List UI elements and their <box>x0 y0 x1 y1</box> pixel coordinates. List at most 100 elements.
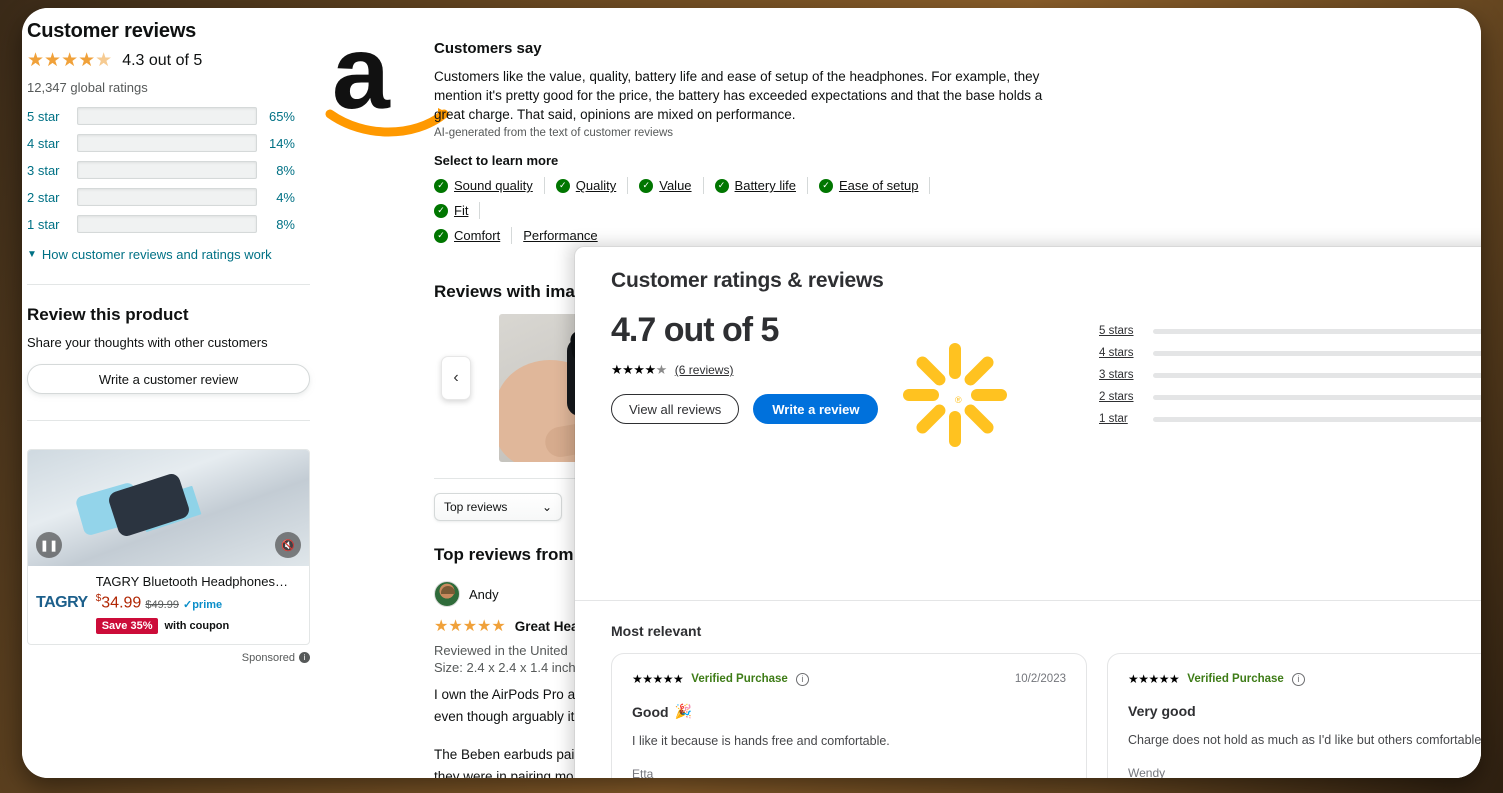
pause-icon[interactable]: ❚❚ <box>36 532 62 558</box>
walmart-histogram-label[interactable]: 3 stars <box>1099 369 1145 381</box>
rating-histogram: 5 star 65% 4 star 14% 3 star 8% 2 star 4… <box>27 107 327 233</box>
customers-say-heading: Customers say <box>434 40 542 57</box>
walmart-histogram-track <box>1153 350 1481 356</box>
check-icon: ✓ <box>639 178 654 193</box>
walmart-histogram-row[interactable]: 2 stars <box>1099 391 1481 403</box>
aspect-chip-comfort[interactable]: ✓ Comfort <box>434 227 513 244</box>
walmart-histogram-label[interactable]: 1 star <box>1099 413 1145 425</box>
histogram-track <box>77 188 257 206</box>
info-icon[interactable]: i <box>1291 672 1305 686</box>
histogram-percent[interactable]: 65% <box>265 109 295 124</box>
histogram-label[interactable]: 4 star <box>27 136 69 151</box>
walmart-histogram-row[interactable]: 1 star <box>1099 413 1481 425</box>
check-icon: ✓ <box>434 203 448 218</box>
review-product-heading: Review this product <box>27 305 189 324</box>
histogram-percent[interactable]: 14% <box>265 136 295 151</box>
histogram-percent[interactable]: 4% <box>265 190 295 205</box>
ai-generated-note: AI-generated from the text of customer r… <box>434 127 674 139</box>
amazon-star-rating[interactable]: ★★★★★ <box>27 51 112 70</box>
review-author: Wendy <box>1128 766 1166 778</box>
review-date: 10/2/2023 <box>1014 673 1066 685</box>
sponsored-label: Sponsored <box>241 651 295 664</box>
histogram-label[interactable]: 1 star <box>27 217 69 232</box>
walmart-histogram-track <box>1153 328 1481 334</box>
avatar <box>434 581 460 607</box>
celebration-emoji-icon: 🎉 <box>674 703 692 719</box>
walmart-histogram-row[interactable]: 4 stars <box>1099 347 1481 359</box>
aspect-chip-value[interactable]: ✓ Value <box>639 177 704 194</box>
view-all-reviews-button[interactable]: View all reviews <box>611 394 740 424</box>
most-relevant-label: Most relevant <box>611 623 702 639</box>
coupon-badge: Save 35% <box>95 617 159 634</box>
aspect-chip-performance[interactable]: Performance <box>523 227 608 244</box>
walmart-spark-icon: ® <box>895 335 1015 455</box>
histogram-percent[interactable]: 8% <box>265 163 295 178</box>
histogram-row[interactable]: 1 star 8% <box>27 215 327 233</box>
review-card[interactable]: ★★★★★ Verified Purchase i Very good Char… <box>1107 653 1481 778</box>
sponsored-list-price: $49.99 <box>145 598 179 611</box>
review-card[interactable]: ★★★★★ Verified Purchase i 10/2/2023 Good… <box>611 653 1087 778</box>
aspect-chip-quality[interactable]: ✓ Quality <box>555 177 629 194</box>
sponsored-product-name[interactable]: TAGRY Bluetooth Headphones… <box>96 574 301 590</box>
how-reviews-work-label: How customer reviews and ratings work <box>41 247 272 262</box>
sponsored-ad-card[interactable]: ❚❚ 🔇 TAGRY TAGRY Bluetooth Headphones… $… <box>27 449 310 645</box>
walmart-histogram-label[interactable]: 2 stars <box>1099 391 1145 403</box>
review-title[interactable]: Great Hea <box>515 619 579 634</box>
walmart-reviews-count-link[interactable]: (6 reviews) <box>675 363 734 377</box>
registered-mark: ® <box>955 395 962 405</box>
browser-viewport: a Customer reviews ★★★★★ 4.3 out of 5 12… <box>22 8 1481 778</box>
verified-purchase-badge: Verified Purchase <box>1187 673 1284 685</box>
histogram-row[interactable]: 4 star 14% <box>27 134 327 152</box>
share-thoughts-text: Share your thoughts with other customers <box>27 335 268 350</box>
how-reviews-work-link[interactable]: ▼ How customer reviews and ratings work <box>27 247 327 262</box>
svg-text:a: a <box>332 22 391 131</box>
walmart-histogram-row[interactable]: 3 stars <box>1099 369 1481 381</box>
aspect-chip-fit[interactable]: ✓ Fit <box>434 202 481 219</box>
info-icon[interactable]: i <box>795 672 809 686</box>
review-title-row: Very good <box>1128 703 1196 719</box>
histogram-label[interactable]: 3 star <box>27 163 69 178</box>
histogram-row[interactable]: 5 star 65% <box>27 107 327 125</box>
walmart-panel-title: Customer ratings & reviews <box>611 269 884 292</box>
walmart-rating-histogram: 5 stars 4 stars 3 stars 2 stars 1 star <box>1099 325 1481 435</box>
select-to-learn-more-label: Select to learn more <box>434 153 559 168</box>
sponsored-price: $34.99 <box>95 593 142 612</box>
sort-reviews-value: Top reviews <box>444 500 508 514</box>
sort-reviews-select[interactable]: Top reviews ⌄ <box>434 493 562 521</box>
sponsored-footer: Sponsored i <box>27 652 310 664</box>
walmart-histogram-row[interactable]: 5 stars <box>1099 325 1481 337</box>
verified-purchase-badge: Verified Purchase <box>691 673 788 685</box>
check-icon: ✓ <box>714 178 729 193</box>
chevron-left-icon[interactable]: ‹ <box>441 356 471 400</box>
review-body: Charge does not hold as much as I'd like… <box>1128 733 1481 747</box>
histogram-row[interactable]: 2 star 4% <box>27 188 327 206</box>
sponsored-brand-logo: TAGRY <box>36 594 88 611</box>
customer-reviews-summary: Customer reviews ★★★★★ 4.3 out of 5 12,3… <box>27 20 327 664</box>
histogram-track <box>77 107 257 125</box>
walmart-overall-score: 4.7 out of 5 <box>611 311 779 349</box>
review-author: Etta <box>632 767 654 778</box>
divider <box>27 420 310 421</box>
histogram-label[interactable]: 2 star <box>27 190 69 205</box>
walmart-histogram-label[interactable]: 5 stars <box>1099 325 1145 337</box>
aspect-chip-battery-life[interactable]: ✓ Battery life <box>714 177 808 194</box>
reviewer-name[interactable]: Andy <box>469 587 499 602</box>
aspect-chip-list: ✓ Sound quality ✓ Quality ✓ Value ✓ Battery … <box>434 177 994 252</box>
walmart-histogram-label[interactable]: 4 stars <box>1099 347 1145 359</box>
aspect-chip-sound-quality[interactable]: ✓ Sound quality <box>434 177 545 194</box>
histogram-row[interactable]: 3 star 8% <box>27 161 327 179</box>
histogram-track <box>77 215 257 233</box>
rating-value-text: 4.3 out of 5 <box>122 51 203 69</box>
sponsored-ad-video[interactable]: ❚❚ 🔇 <box>28 450 309 566</box>
write-a-review-button[interactable]: Write a review <box>753 394 879 424</box>
write-customer-review-button[interactable]: Write a customer review <box>27 364 310 394</box>
review-star-rating: ★★★★★ <box>1128 672 1180 686</box>
mute-icon[interactable]: 🔇 <box>275 532 301 558</box>
divider <box>27 284 310 285</box>
histogram-percent[interactable]: 8% <box>265 217 295 232</box>
histogram-label[interactable]: 5 star <box>27 109 69 124</box>
aspect-chip-ease-of-setup[interactable]: ✓ Ease of setup <box>818 177 931 194</box>
global-ratings-count: 12,347 global ratings <box>27 80 148 95</box>
prime-badge: ✓prime <box>182 598 223 611</box>
info-icon[interactable]: i <box>299 652 310 664</box>
